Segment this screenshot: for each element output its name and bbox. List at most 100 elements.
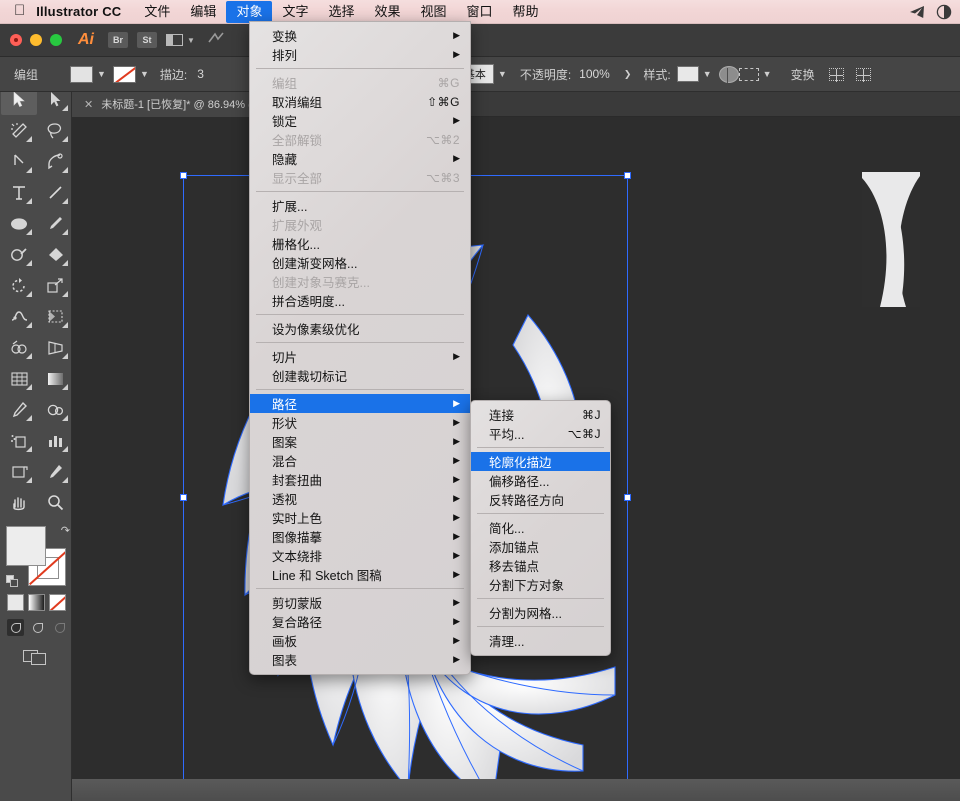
menu-item-artboards[interactable]: 画板 ▶ [250,631,470,650]
menu-item-transform[interactable]: 变换 ▶ [250,26,470,45]
submenu-item-add-anchor-points[interactable]: 添加锚点 [471,537,610,556]
submenu-item-clean-up[interactable]: 清理... [471,631,610,650]
arrange-documents-button[interactable]: ▼ [166,34,195,46]
menu-item-line-and-sketch-art[interactable]: Line 和 Sketch 图稿 ▶ [250,565,470,584]
submenu-item-split-into-grid[interactable]: 分割为网格... [471,603,610,622]
menu-item-image-trace[interactable]: 图像描摹 ▶ [250,527,470,546]
ellipse-tool[interactable] [1,208,37,239]
screen-mode-button[interactable] [0,636,71,666]
slice-tool[interactable] [37,456,73,487]
opacity-options-icon[interactable]: ❯ [610,69,640,80]
menubar-item-effect[interactable]: 效果 [364,1,410,23]
fill-color-swatch[interactable] [70,65,94,83]
gradient-tool[interactable] [37,363,73,394]
edit-toolbar-icon[interactable] [855,67,871,82]
menubar-item-select[interactable]: 选择 [318,1,364,23]
menubar-item-view[interactable]: 视图 [411,1,457,23]
solid-color-mode-button[interactable] [7,594,24,611]
menu-item-shape[interactable]: 形状 ▶ [250,413,470,432]
object-dropdown-menu[interactable]: 变换 ▶ 排列 ▶ 编组 ⌘G 取消编组 ⇧⌘G 锁定 ▶ 全部解锁 ⌥⌘2 隐… [249,21,471,675]
transform-label[interactable]: 变换 [779,66,825,83]
column-graph-tool[interactable] [37,425,73,456]
secondary-artwork[interactable] [862,172,920,307]
paintbrush-tool[interactable] [37,208,73,239]
blend-tool[interactable] [37,394,73,425]
menu-item-create-trim-marks[interactable]: 创建裁切标记 [250,366,470,385]
submenu-item-remove-anchor-points[interactable]: 移去锚点 [471,556,610,575]
close-icon[interactable]: ✕ [84,98,93,111]
submenu-item-reverse-path-direction[interactable]: 反转路径方向 [471,490,610,509]
menubar-item-type[interactable]: 文字 [272,1,318,23]
opacity-mask-icon[interactable] [718,65,739,83]
profile-chevron-down-icon[interactable]: ▼ [494,69,514,79]
menu-item-flatten-transparency[interactable]: 拼合透明度... [250,291,470,310]
eyedropper-tool[interactable] [1,394,37,425]
draw-behind-button[interactable] [29,619,46,636]
artboard-tool[interactable] [1,456,37,487]
telegram-send-icon[interactable] [909,4,925,20]
mesh-tool[interactable] [1,363,37,394]
menu-item-text-wrap[interactable]: 文本绕排 ▶ [250,546,470,565]
menu-item-compound-path[interactable]: 复合路径 ▶ [250,612,470,631]
menu-item-clipping-mask[interactable]: 剪切蒙版 ▶ [250,593,470,612]
menu-item-expand[interactable]: 扩展... [250,196,470,215]
menubar-item-window[interactable]: 窗口 [457,1,503,23]
align-panel-icon[interactable] [738,67,759,81]
menubar-item-edit[interactable]: 编辑 [180,1,226,23]
minimize-button[interactable] [30,34,42,46]
style-chevron-down-icon[interactable]: ▼ [699,69,719,79]
document-tab[interactable]: ✕ 未标题-1 [已恢复]* @ 86.94% (R [72,91,273,117]
pen-tool[interactable] [1,146,37,177]
align-chevron-down-icon[interactable]: ▼ [759,69,779,79]
rotate-tool[interactable] [1,270,37,301]
menubar-item-file[interactable]: 文件 [134,1,180,23]
none-mode-button[interactable] [49,594,66,611]
submenu-item-offset-path[interactable]: 偏移路径... [471,471,610,490]
menubar-item-help[interactable]: 帮助 [503,1,549,23]
stroke-chevron-down-icon[interactable]: ▼ [136,69,156,79]
opacity-value[interactable]: 100% [575,67,610,81]
app-name-label[interactable]: Illustrator CC [36,4,134,19]
lasso-tool[interactable] [37,115,73,146]
stock-button[interactable]: St [137,32,157,48]
hand-tool[interactable] [1,487,37,518]
menu-item-rasterize[interactable]: 栅格化... [250,234,470,253]
workspace-icon[interactable] [207,31,225,50]
path-submenu[interactable]: 连接 ⌘J 平均... ⌥⌘J 轮廓化描边 偏移路径... 反转路径方向 简化.… [470,400,611,656]
submenu-item-join[interactable]: 连接 ⌘J [471,405,610,424]
free-transform-tool[interactable] [37,301,73,332]
menu-item-arrange[interactable]: 排列 ▶ [250,45,470,64]
perspective-grid-tool[interactable] [37,332,73,363]
width-tool[interactable] [1,301,37,332]
isolate-selected-icon[interactable] [828,67,844,82]
menu-item-path[interactable]: 路径 ▶ [250,394,470,413]
graphic-style-swatch[interactable] [676,66,699,82]
scale-tool[interactable] [37,270,73,301]
apple-menu-icon[interactable]:  [0,3,36,20]
line-segment-tool[interactable] [37,177,73,208]
draw-inside-button[interactable] [51,619,68,636]
fill-color-box[interactable] [6,526,46,566]
magic-wand-tool[interactable] [1,115,37,146]
submenu-item-simplify[interactable]: 简化... [471,518,610,537]
menu-item-pattern[interactable]: 图案 ▶ [250,432,470,451]
menu-item-lock[interactable]: 锁定 ▶ [250,111,470,130]
shape-builder-tool[interactable] [1,332,37,363]
menu-item-live-paint[interactable]: 实时上色 ▶ [250,508,470,527]
menubar-item-object[interactable]: 对象 [226,0,273,23]
submenu-item-divide-objects-below[interactable]: 分割下方对象 [471,575,610,594]
type-tool[interactable] [1,177,37,208]
maximize-button[interactable] [50,34,62,46]
submenu-item-outline-stroke[interactable]: 轮廓化描边 [471,452,610,471]
bridge-button[interactable]: Br [108,32,128,48]
menu-item-hide[interactable]: 隐藏 ▶ [250,149,470,168]
menu-item-perspective[interactable]: 透视 ▶ [250,489,470,508]
curvature-tool[interactable] [37,146,73,177]
menu-item-graph[interactable]: 图表 ▶ [250,650,470,669]
menu-item-ungroup[interactable]: 取消编组 ⇧⌘G [250,92,470,111]
menu-item-blend[interactable]: 混合 ▶ [250,451,470,470]
menu-item-slice[interactable]: 切片 ▶ [250,347,470,366]
shaper-tool[interactable] [1,239,37,270]
default-fill-stroke-icon[interactable] [6,575,19,588]
draw-normal-button[interactable] [7,619,24,636]
